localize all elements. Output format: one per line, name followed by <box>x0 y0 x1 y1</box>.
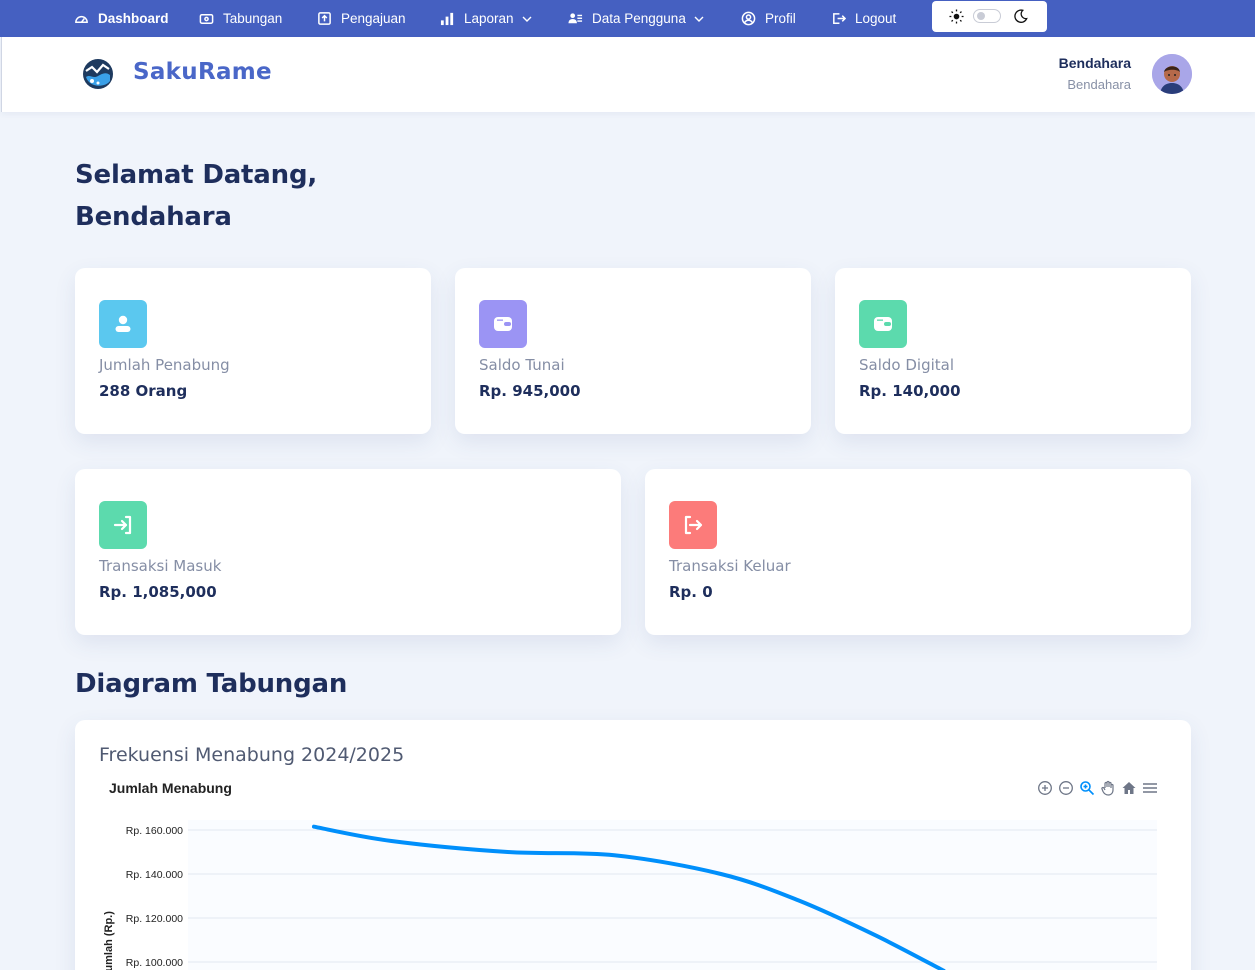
y-tick-label: Rp. 120.000 <box>126 913 183 925</box>
nav-tabungan[interactable]: Tabungan <box>199 0 282 37</box>
wallet-icon <box>874 317 892 331</box>
card-value: Rp. 1,085,000 <box>99 583 217 601</box>
chart-card: Frekuensi Menabung 2024/2025 Jumlah Mena… <box>75 720 1191 970</box>
nav-pengajuan[interactable]: Pengajuan <box>317 0 406 37</box>
y-tick-label: Rp. 100.000 <box>126 957 183 969</box>
line-chart: Rp. 160.000 Rp. 140.000 Rp. 120.000 Rp. 100… <box>103 820 1157 970</box>
chart-heading: Frekuensi Menabung 2024/2025 <box>99 744 405 766</box>
welcome-line-2: Bendahara <box>75 202 232 232</box>
home-reset-icon[interactable] <box>1120 779 1138 797</box>
wallet-icon <box>494 317 512 331</box>
menu-icon[interactable] <box>1141 779 1159 797</box>
zoom-in-icon[interactable] <box>1036 779 1054 797</box>
nav-data-pengguna[interactable]: Data Pengguna <box>568 0 705 37</box>
chart-title: Jumlah Menabung <box>109 780 232 796</box>
pan-hand-icon[interactable] <box>1099 779 1117 797</box>
card-saldo-digital: Saldo Digital Rp. 140,000 <box>835 268 1191 434</box>
dark-mode-toggle[interactable] <box>973 9 1001 23</box>
avatar-image <box>1152 54 1192 94</box>
nav-profil-label: Profil <box>765 11 796 26</box>
nav-logout-label: Logout <box>855 11 897 26</box>
theme-switcher <box>932 1 1047 32</box>
card-value: Rp. 945,000 <box>479 382 581 400</box>
welcome-line-1: Selamat Datang, <box>75 160 318 190</box>
upload-icon <box>318 12 331 25</box>
card-label: Transaksi Keluar <box>669 557 791 575</box>
card-saldo-tunai: Saldo Tunai Rp. 945,000 <box>455 268 811 434</box>
nav-data-pengguna-label: Data Pengguna <box>592 11 686 26</box>
plot-area <box>188 820 1157 970</box>
dashboard-icon <box>75 15 88 23</box>
zoom-out-icon[interactable] <box>1057 779 1075 797</box>
card-value: Rp. 140,000 <box>859 382 961 400</box>
selection-zoom-icon[interactable] <box>1078 779 1096 797</box>
sun-icon <box>949 9 964 24</box>
y-tick-label: Rp. 140.000 <box>126 869 183 881</box>
card-icon-box <box>859 300 907 348</box>
moon-icon <box>1014 9 1028 23</box>
chevron-down-icon <box>694 16 704 22</box>
card-value: Rp. 0 <box>669 583 713 601</box>
card-transaksi-masuk: Transaksi Masuk Rp. 1,085,000 <box>75 469 621 635</box>
login-icon <box>113 515 132 535</box>
nav-dashboard[interactable]: Dashboard <box>74 0 169 37</box>
bar-chart-icon <box>440 12 454 26</box>
nav-profil[interactable]: Profil <box>741 0 796 37</box>
app-header: SakuRame Bendahara Bendahara <box>1 37 1255 112</box>
welcome-heading: Selamat Datang, Bendahara <box>75 154 317 238</box>
brand-name[interactable]: SakuRame <box>133 59 272 85</box>
card-label: Jumlah Penabung <box>99 356 230 374</box>
top-navbar: Dashboard Tabungan Pengajuan Laporan Dat… <box>0 0 1255 37</box>
nav-dashboard-label: Dashboard <box>98 11 169 26</box>
card-label: Transaksi Masuk <box>99 557 222 575</box>
section-title: Diagram Tabungan <box>75 669 348 699</box>
card-jumlah-penabung: Jumlah Penabung 288 Orang <box>75 268 431 434</box>
y-axis-label: Jumlah (Rp.) <box>103 911 115 970</box>
nav-tabungan-label: Tabungan <box>223 11 283 26</box>
user-icon <box>115 315 131 332</box>
wallet-icon <box>199 14 214 24</box>
nav-laporan[interactable]: Laporan <box>440 0 533 37</box>
user-role: Bendahara <box>1067 77 1131 92</box>
logout-icon <box>833 13 846 24</box>
card-label: Saldo Digital <box>859 356 954 374</box>
user-circle-icon <box>741 11 756 26</box>
logout-icon <box>684 515 703 535</box>
card-icon-box <box>99 300 147 348</box>
card-value: 288 Orang <box>99 382 188 400</box>
logo-icon <box>83 59 113 89</box>
chevron-down-icon <box>522 16 532 22</box>
card-label: Saldo Tunai <box>479 356 565 374</box>
y-tick-label: Rp. 160.000 <box>126 825 183 837</box>
users-icon <box>568 13 583 24</box>
card-icon-box <box>669 501 717 549</box>
nav-pengajuan-label: Pengajuan <box>341 11 406 26</box>
user-name: Bendahara <box>1058 55 1131 71</box>
nav-logout[interactable]: Logout <box>831 0 896 37</box>
chart-toolbar <box>1033 779 1159 797</box>
card-icon-box <box>479 300 527 348</box>
avatar[interactable] <box>1152 54 1192 94</box>
card-transaksi-keluar: Transaksi Keluar Rp. 0 <box>645 469 1191 635</box>
nav-laporan-label: Laporan <box>464 11 514 26</box>
toggle-knob <box>977 12 985 20</box>
card-icon-box <box>99 501 147 549</box>
